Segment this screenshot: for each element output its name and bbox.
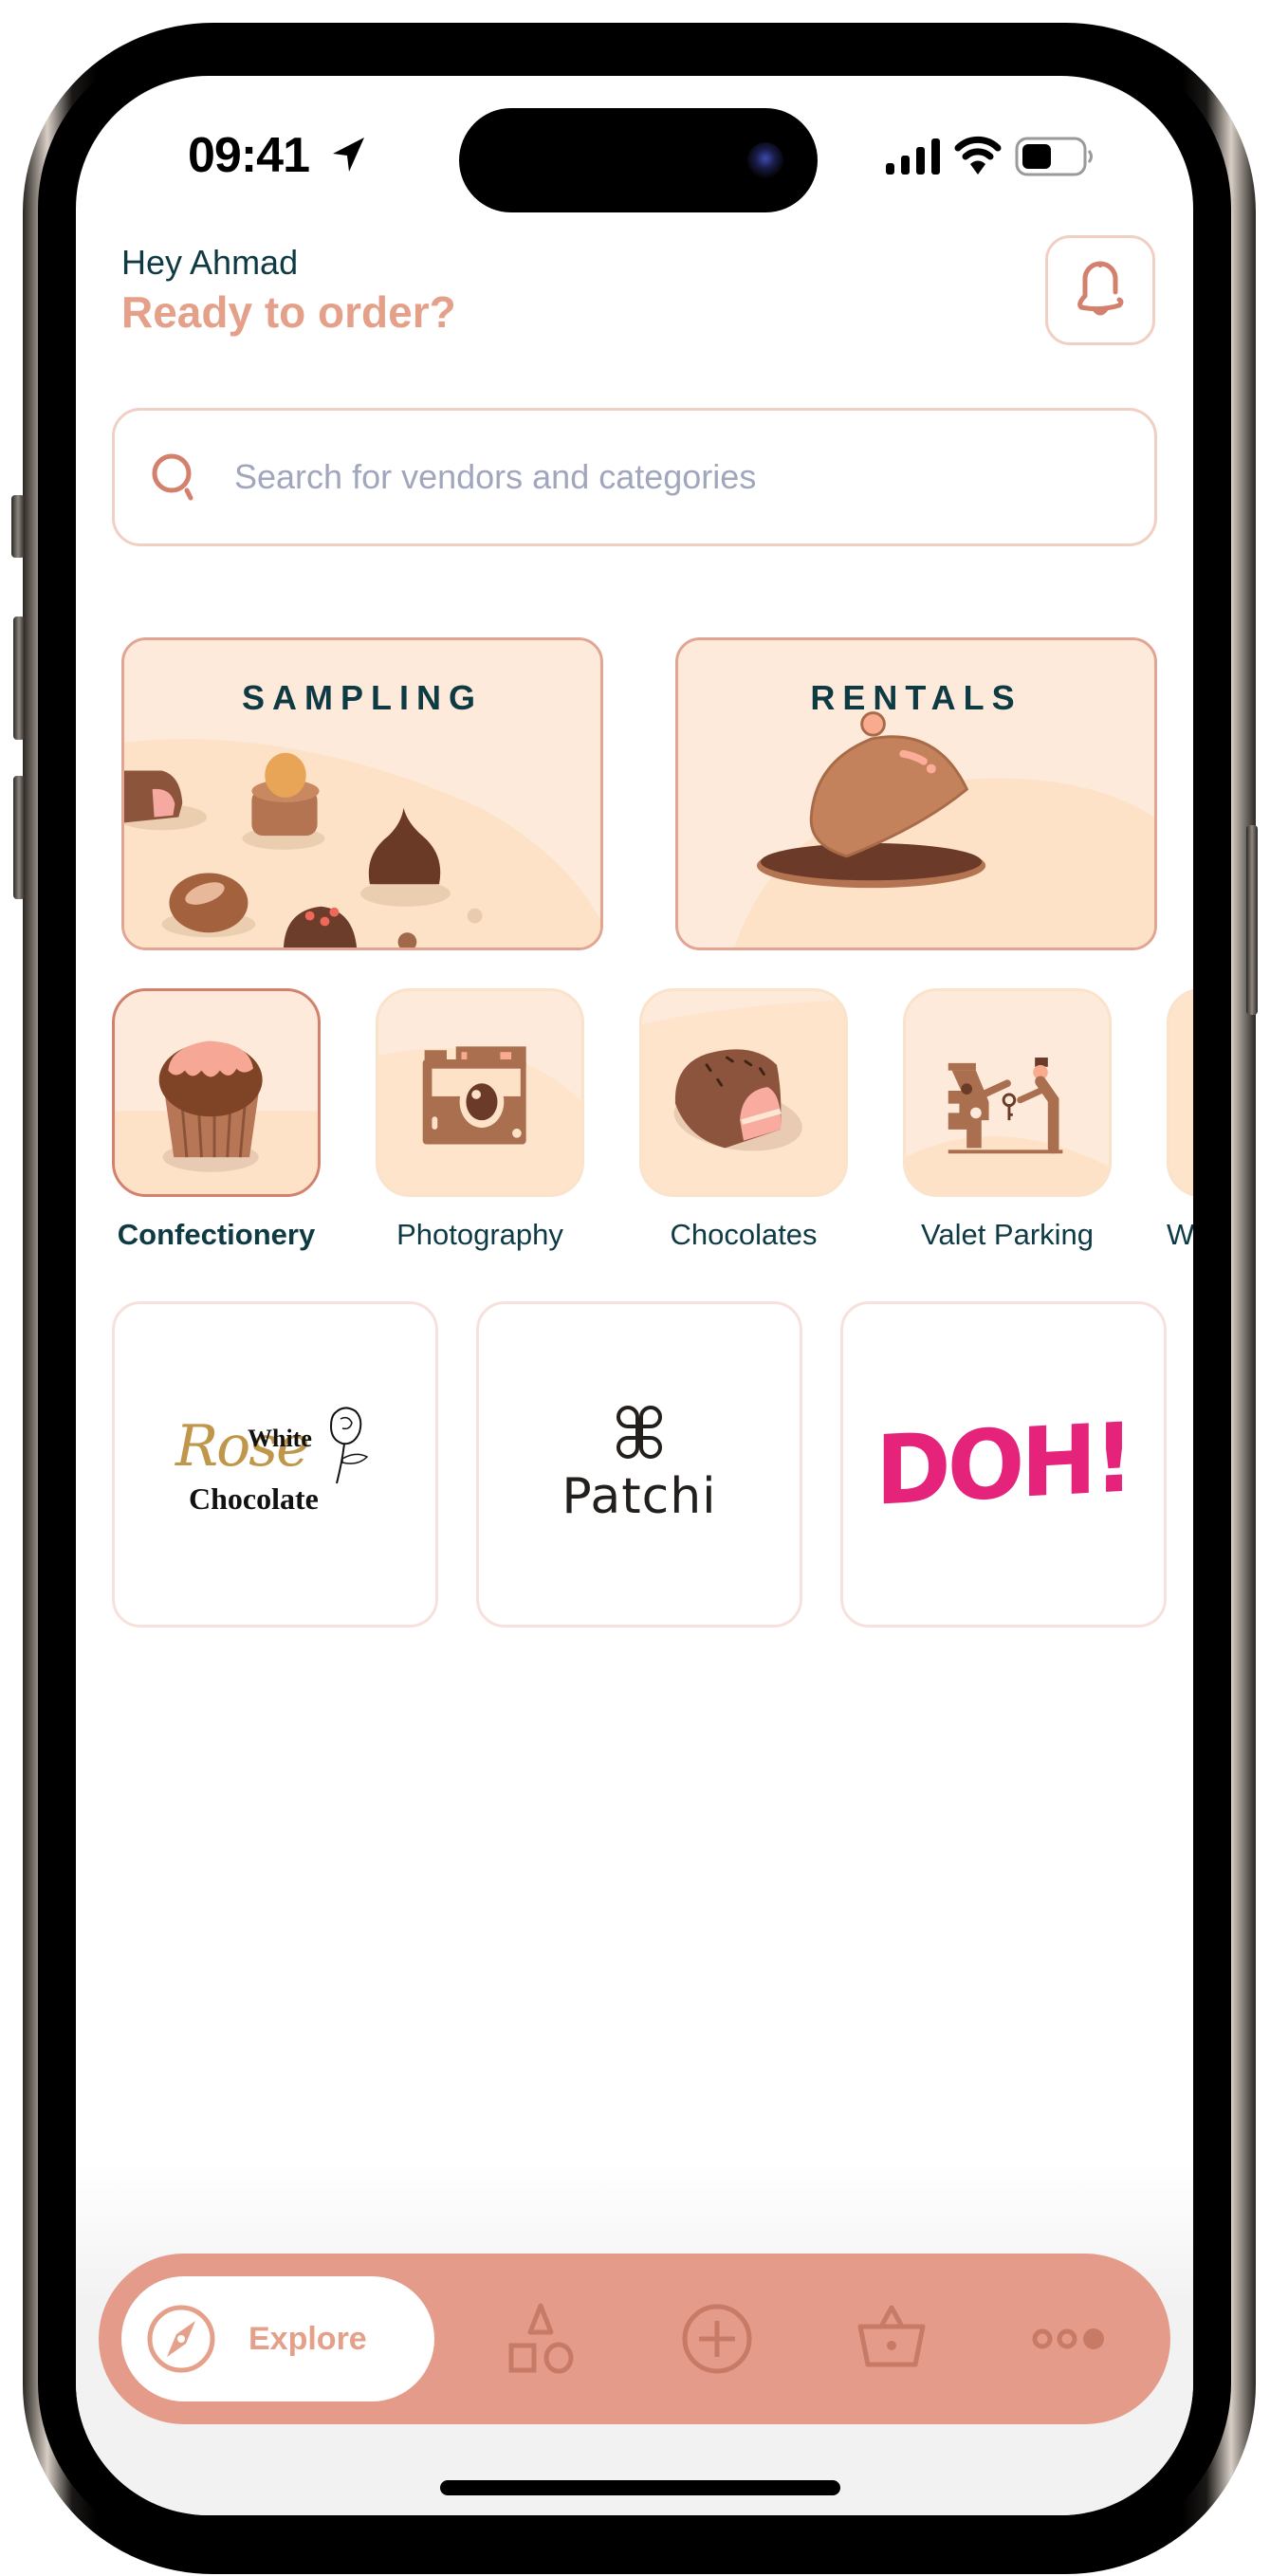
tab-add[interactable] xyxy=(673,2295,761,2383)
shapes-icon xyxy=(508,2303,574,2374)
category-confectionery[interactable]: Confectionery xyxy=(112,988,321,1252)
rentals-card[interactable]: RENTALS xyxy=(675,637,1157,950)
categories-row: Confectionery Photography Chocolates Val… xyxy=(112,988,1193,1251)
search-bar[interactable] xyxy=(112,408,1157,546)
plus-circle-icon xyxy=(682,2304,752,2374)
category-tile xyxy=(1167,988,1193,1197)
doh-wordmark: DOH! xyxy=(875,1402,1132,1527)
app-screen: 09:41 Hey Ahmad Ready to order? Search f… xyxy=(76,76,1193,2515)
category-label: Confectionery xyxy=(117,1218,316,1251)
dynamic-island xyxy=(459,108,818,212)
patchi-logo: Patchi xyxy=(561,1404,716,1525)
cellular-signal-icon xyxy=(886,138,940,175)
volume-down-button xyxy=(13,776,25,899)
category-label: Photography xyxy=(396,1218,563,1251)
cupcake-icon xyxy=(115,1040,318,1194)
category-photography[interactable]: Photography xyxy=(376,988,584,1252)
category-tile xyxy=(376,988,584,1197)
search-icon xyxy=(152,453,193,501)
sampling-card[interactable]: SAMPLING xyxy=(121,637,603,950)
logo-chocolate-text: Chocolate xyxy=(189,1481,319,1516)
rentals-title: RENTALS xyxy=(810,678,1022,717)
vendor-patchi[interactable]: Patchi xyxy=(476,1301,802,1628)
more-dots-icon xyxy=(1032,2328,1104,2349)
basket-icon xyxy=(857,2305,926,2367)
tab-categories[interactable] xyxy=(497,2295,584,2383)
category-tile xyxy=(639,988,848,1197)
status-time: 09:41 xyxy=(188,128,310,183)
category-label: Chocolates xyxy=(670,1218,818,1251)
greeting-text: Hey Ahmad xyxy=(121,243,299,282)
sampling-title: SAMPLING xyxy=(241,678,483,717)
rose-icon xyxy=(329,1407,369,1484)
power-button xyxy=(1246,825,1258,1015)
patchi-wordmark: Patchi xyxy=(561,1468,717,1525)
location-arrow-icon xyxy=(333,138,364,172)
category-tile xyxy=(903,988,1112,1197)
tab-explore-label: Explore xyxy=(248,2320,367,2357)
patchi-emblem-icon xyxy=(617,1406,662,1459)
action-button xyxy=(11,495,25,558)
category-valet-parking[interactable]: Valet Parking xyxy=(903,988,1112,1252)
bottom-tab-bar: Explore xyxy=(99,2254,1170,2424)
tab-basket[interactable] xyxy=(848,2295,935,2383)
vendor-doh[interactable]: DOH! xyxy=(840,1301,1167,1628)
valet-icon xyxy=(906,1058,1109,1194)
camera-icon xyxy=(378,991,581,1145)
vendor-white-rose[interactable]: Rose White Chocolate xyxy=(112,1301,438,1628)
tab-explore[interactable]: Explore xyxy=(121,2276,434,2401)
volume-up-button xyxy=(13,616,25,740)
status-bar: 09:41 xyxy=(76,76,1193,237)
headline-text: Ready to order? xyxy=(121,287,456,337)
battery-icon xyxy=(1015,137,1093,176)
tab-more[interactable] xyxy=(1024,2295,1112,2383)
category-partial[interactable]: We xyxy=(1167,988,1193,1252)
category-chocolates[interactable]: Chocolates xyxy=(639,988,848,1252)
search-input[interactable] xyxy=(234,457,1088,497)
wifi-icon xyxy=(954,136,1002,175)
front-camera xyxy=(747,142,783,178)
notifications-button[interactable] xyxy=(1045,235,1155,345)
logo-white-text: White xyxy=(248,1425,312,1452)
category-label: We xyxy=(1167,1218,1193,1251)
home-indicator[interactable] xyxy=(440,2480,840,2495)
category-tile xyxy=(112,988,321,1197)
category-label: Valet Parking xyxy=(920,1218,1095,1251)
chocolate-bar-icon xyxy=(642,991,845,1151)
bell-icon xyxy=(1077,261,1124,316)
compass-icon xyxy=(147,2305,215,2373)
white-rose-logo: Rose White Chocolate xyxy=(175,1407,375,1521)
